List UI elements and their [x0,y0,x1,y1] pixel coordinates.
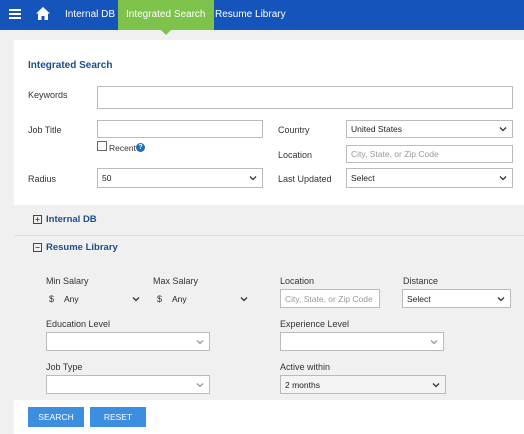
chevron-down-icon [497,297,505,302]
top-nav-bar: Internal DB Integrated Search Resume Lib… [0,0,524,35]
last-updated-value: Select [351,173,375,183]
internal-db-section-label[interactable]: Internal DB [46,214,97,225]
last-updated-label: Last Updated [278,174,332,184]
keywords-input[interactable] [97,86,513,109]
tab-integrated-search-label: Integrated Search [126,9,206,20]
max-salary-select[interactable]: Any [167,289,254,308]
country-value: United States [351,124,403,134]
min-salary-value: Any [64,294,79,304]
chevron-down-icon [196,340,204,345]
min-salary-select[interactable]: Any [59,289,146,308]
job-type-label: Job Type [46,362,83,372]
collapse-minus-icon[interactable]: − [33,243,42,252]
location-label: Location [278,150,313,160]
experience-level-select[interactable] [280,332,444,351]
tab-resume-library[interactable]: Resume Library [207,0,294,30]
experience-level-label: Experience Level [280,319,350,329]
tab-internal-db[interactable]: Internal DB [57,0,123,30]
radius-value: 50 [102,173,112,183]
chevron-down-icon [499,127,507,132]
chevron-down-icon [499,176,507,181]
chevron-down-icon [432,383,440,388]
job-title-label: Job Title [28,125,62,135]
rl-location-input[interactable]: City, State, or Zip Code [280,289,380,308]
tab-integrated-search[interactable]: Integrated Search [118,0,214,35]
chevron-down-icon [196,383,204,388]
max-salary-label: Max Salary [153,276,199,286]
active-within-label: Active within [280,362,331,372]
expand-plus-icon[interactable]: + [33,215,42,224]
hamburger-menu-icon[interactable] [9,9,21,21]
keywords-label: Keywords [28,90,68,100]
location-input[interactable]: City, State, or Zip Code [346,145,513,163]
distance-label: Distance [403,276,439,286]
job-type-select[interactable] [46,375,210,394]
country-label: Country [278,125,310,135]
max-salary-currency: $ [157,294,163,304]
active-within-value: 2 months [285,380,320,390]
last-updated-select[interactable]: Select [346,168,513,188]
active-tab-caret [160,30,171,35]
recent-checkbox[interactable] [97,141,107,151]
distance-value: Select [407,294,431,304]
reset-button[interactable]: RESET [90,407,146,427]
distance-select[interactable]: Select [402,289,511,308]
chevron-down-icon [430,340,438,345]
chevron-down-icon [249,176,257,181]
min-salary-currency: $ [49,294,55,304]
radius-select[interactable]: 50 [97,168,263,188]
country-select[interactable]: United States [346,120,513,138]
resume-library-section-label[interactable]: Resume Library [46,242,118,253]
rl-location-label: Location [280,276,315,286]
max-salary-value: Any [172,294,187,304]
education-level-select[interactable] [46,332,210,351]
chevron-down-icon [240,297,248,302]
recent-label: Recent [109,143,136,153]
home-icon[interactable] [36,7,50,21]
form-title: Integrated Search [28,60,113,71]
search-button[interactable]: SEARCH [28,407,84,427]
chevron-down-icon [132,297,140,302]
education-level-label: Education Level [46,319,111,329]
min-salary-label: Min Salary [46,276,89,286]
active-within-select[interactable]: 2 months [280,375,446,394]
job-title-input[interactable] [97,120,263,138]
radius-label: Radius [28,174,57,184]
help-icon[interactable]: ? [136,143,145,152]
